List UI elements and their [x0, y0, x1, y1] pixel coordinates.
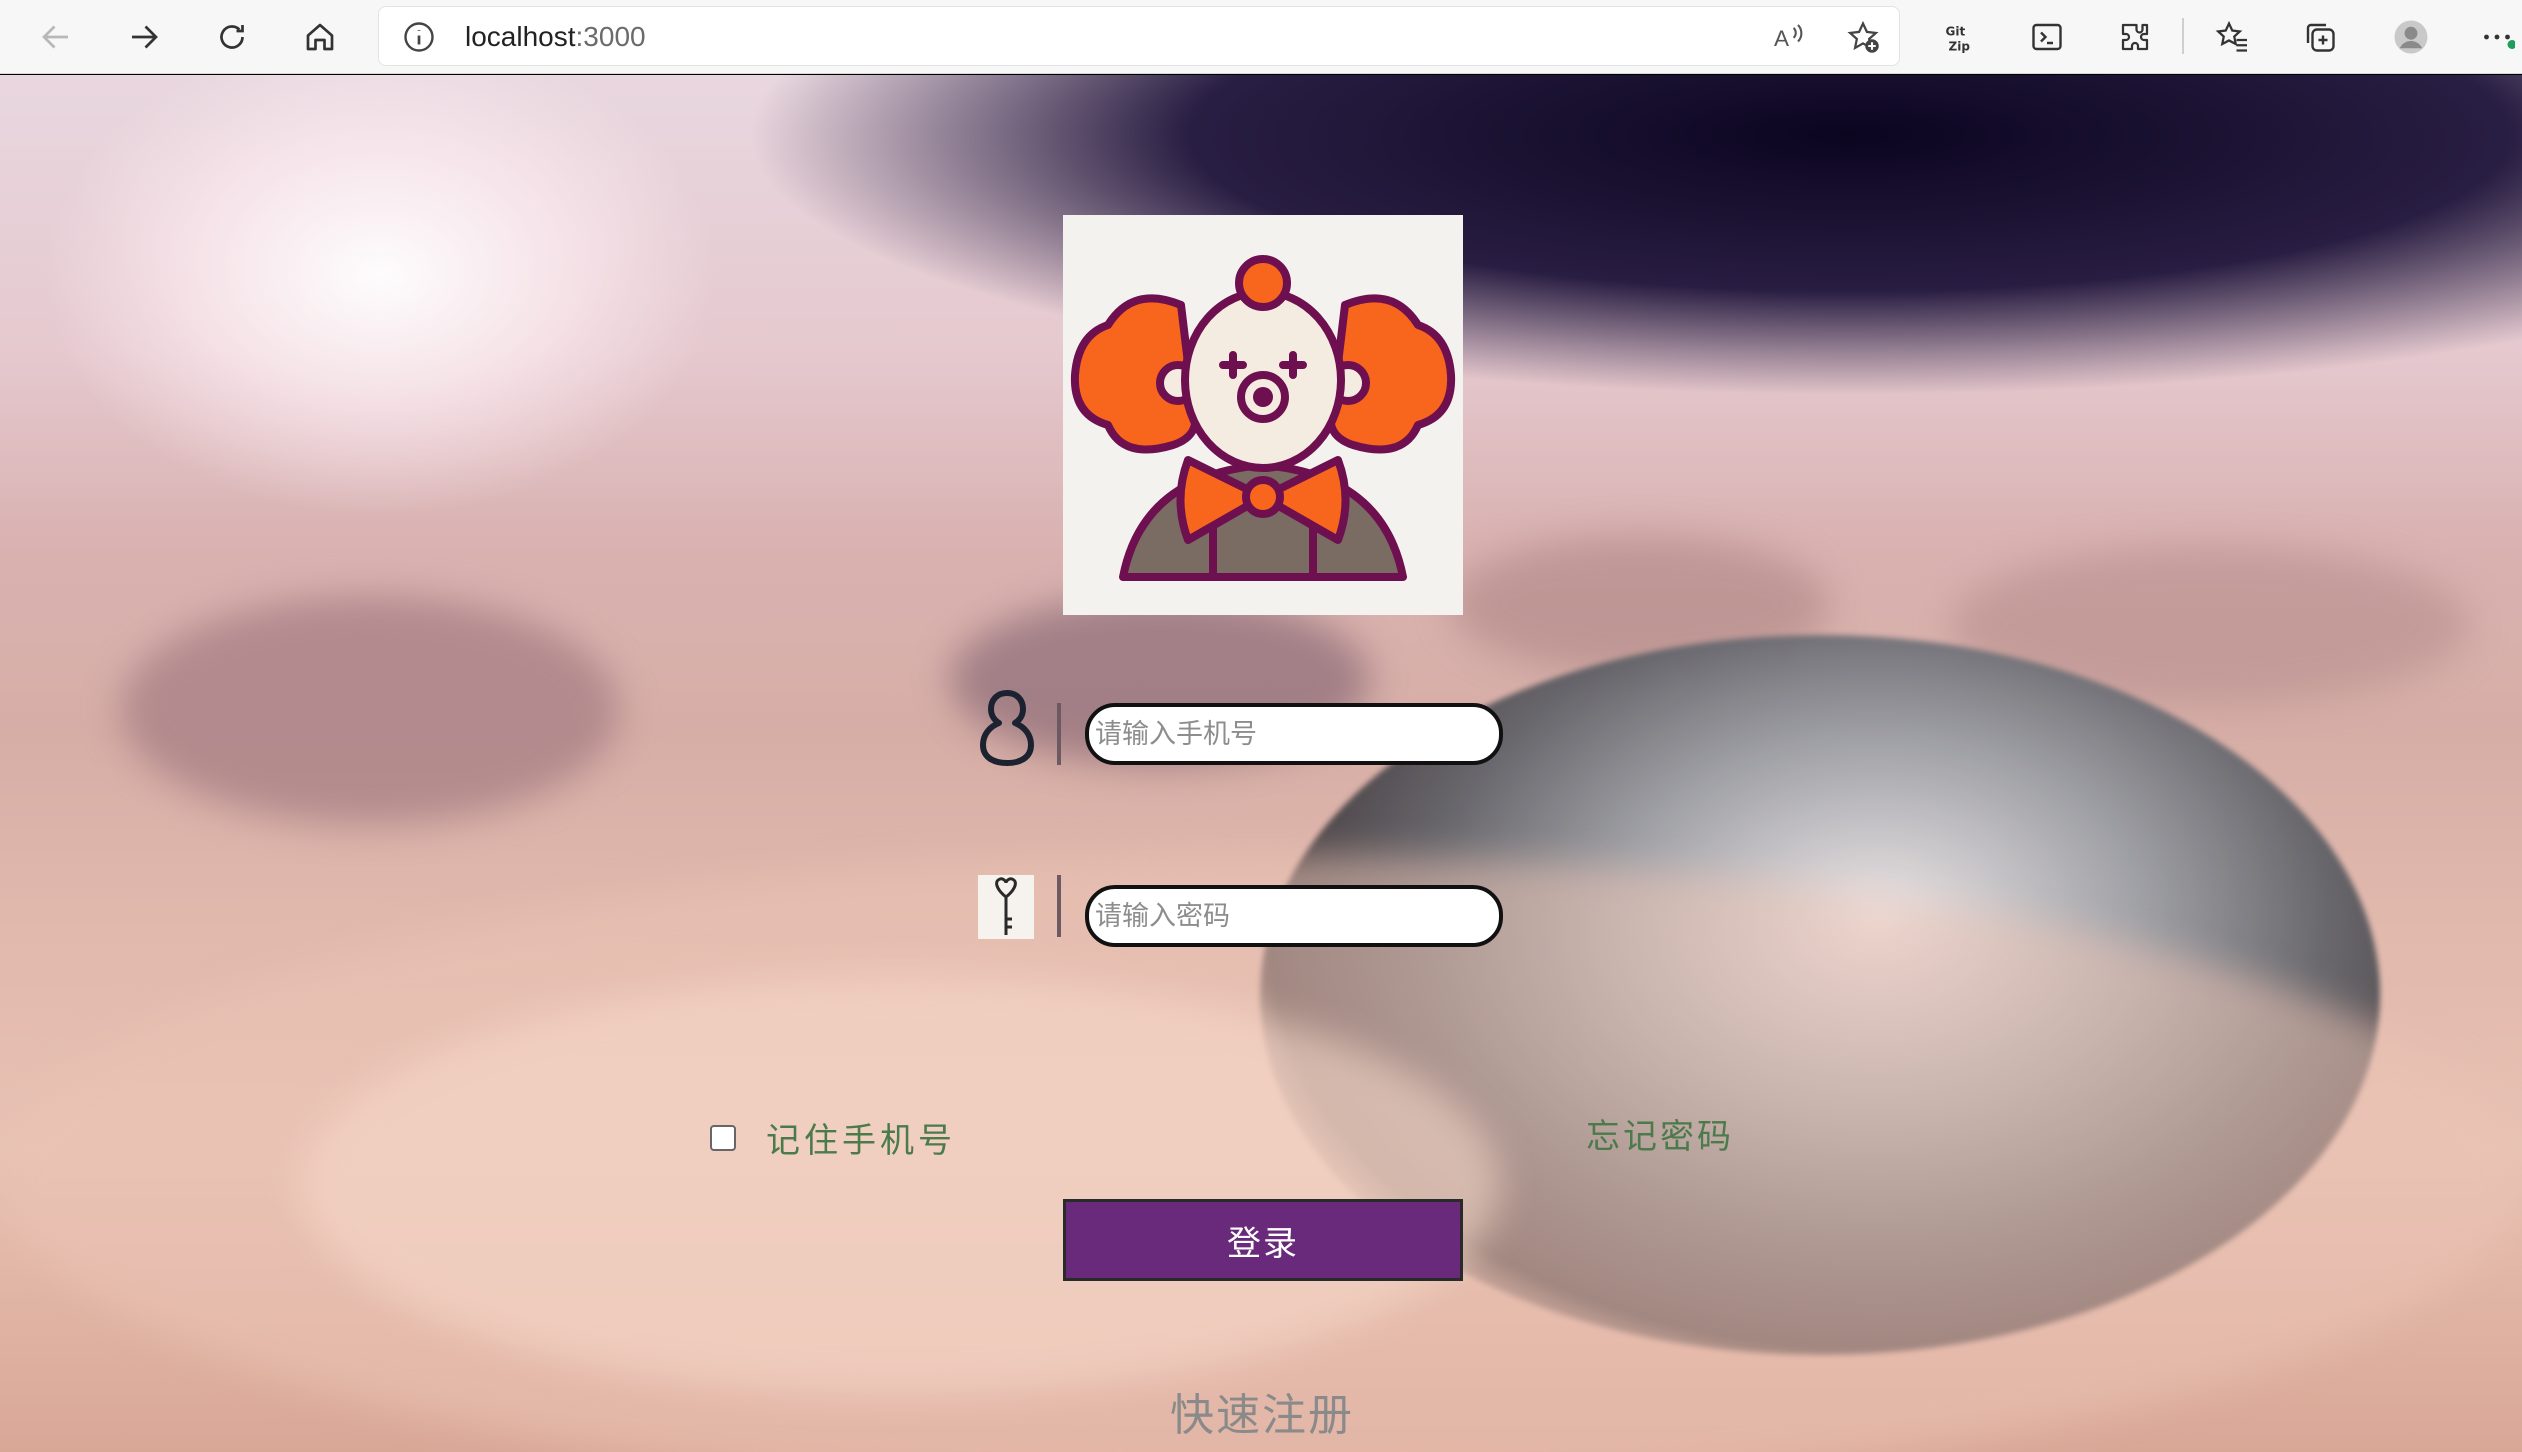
git-zip-top: Git — [1946, 25, 1966, 39]
login-button[interactable]: 登录 — [1063, 1199, 1463, 1281]
url-text[interactable]: localhost:3000 — [465, 21, 646, 53]
home-icon — [306, 23, 334, 51]
clown-logo — [1063, 215, 1463, 615]
git-zip-icon: Git Zip — [1946, 25, 1971, 54]
git-zip-button[interactable]: Git Zip — [1934, 12, 1984, 62]
user-icon — [980, 690, 1034, 766]
background-cloud — [120, 595, 620, 825]
forgot-password-link[interactable]: 忘记密码 — [1586, 1109, 1734, 1158]
password-input[interactable] — [1085, 885, 1503, 947]
favorites-button[interactable] — [2207, 12, 2257, 62]
url-port: :3000 — [575, 21, 646, 52]
profile-avatar-icon — [2394, 20, 2428, 54]
svg-text:A: A — [1774, 26, 1789, 51]
phone-input[interactable] — [1085, 703, 1503, 765]
extensions-button[interactable] — [2110, 12, 2160, 62]
terminal-icon — [2032, 23, 2062, 51]
forward-button[interactable] — [119, 12, 169, 62]
url-host: localhost — [465, 21, 576, 52]
collections-icon — [2306, 23, 2335, 52]
info-icon[interactable] — [401, 19, 437, 55]
refresh-button[interactable] — [207, 12, 257, 62]
profile-button[interactable] — [2386, 12, 2436, 62]
add-favorite-icon[interactable] — [1845, 19, 1881, 55]
remember-phone-label[interactable]: 记住手机号 — [766, 1113, 956, 1162]
key-icon — [978, 875, 1034, 939]
extensions-icon — [2121, 23, 2149, 51]
remember-phone-checkbox[interactable] — [710, 1124, 736, 1151]
browser-toolbar: localhost:3000 A Git Zip — [0, 0, 2522, 74]
forward-arrow-icon — [132, 25, 158, 49]
quick-register-link[interactable]: 快速注册 — [1170, 1379, 1354, 1443]
field-divider — [1057, 875, 1061, 937]
more-button[interactable] — [2472, 12, 2522, 62]
more-icon — [2484, 34, 2515, 49]
refresh-icon — [220, 25, 244, 49]
login-page: 记住手机号 忘记密码 登录 快速注册 — [0, 75, 2522, 1452]
git-zip-bottom: Zip — [1949, 40, 1971, 54]
back-button[interactable] — [31, 12, 81, 62]
toolbar-separator — [2182, 18, 2184, 54]
read-aloud-icon[interactable]: A — [1771, 19, 1807, 55]
background-cloud — [300, 975, 1500, 1395]
remember-phone-row: 记住手机号 — [710, 1113, 956, 1162]
home-button[interactable] — [295, 12, 345, 62]
field-divider — [1057, 703, 1061, 765]
back-arrow-icon — [42, 25, 68, 49]
favorites-icon — [2215, 20, 2247, 52]
terminal-button[interactable] — [2022, 12, 2072, 62]
address-bar[interactable]: localhost:3000 A — [378, 6, 1900, 66]
clown-icon — [1070, 255, 1456, 581]
collections-button[interactable] — [2295, 12, 2345, 62]
